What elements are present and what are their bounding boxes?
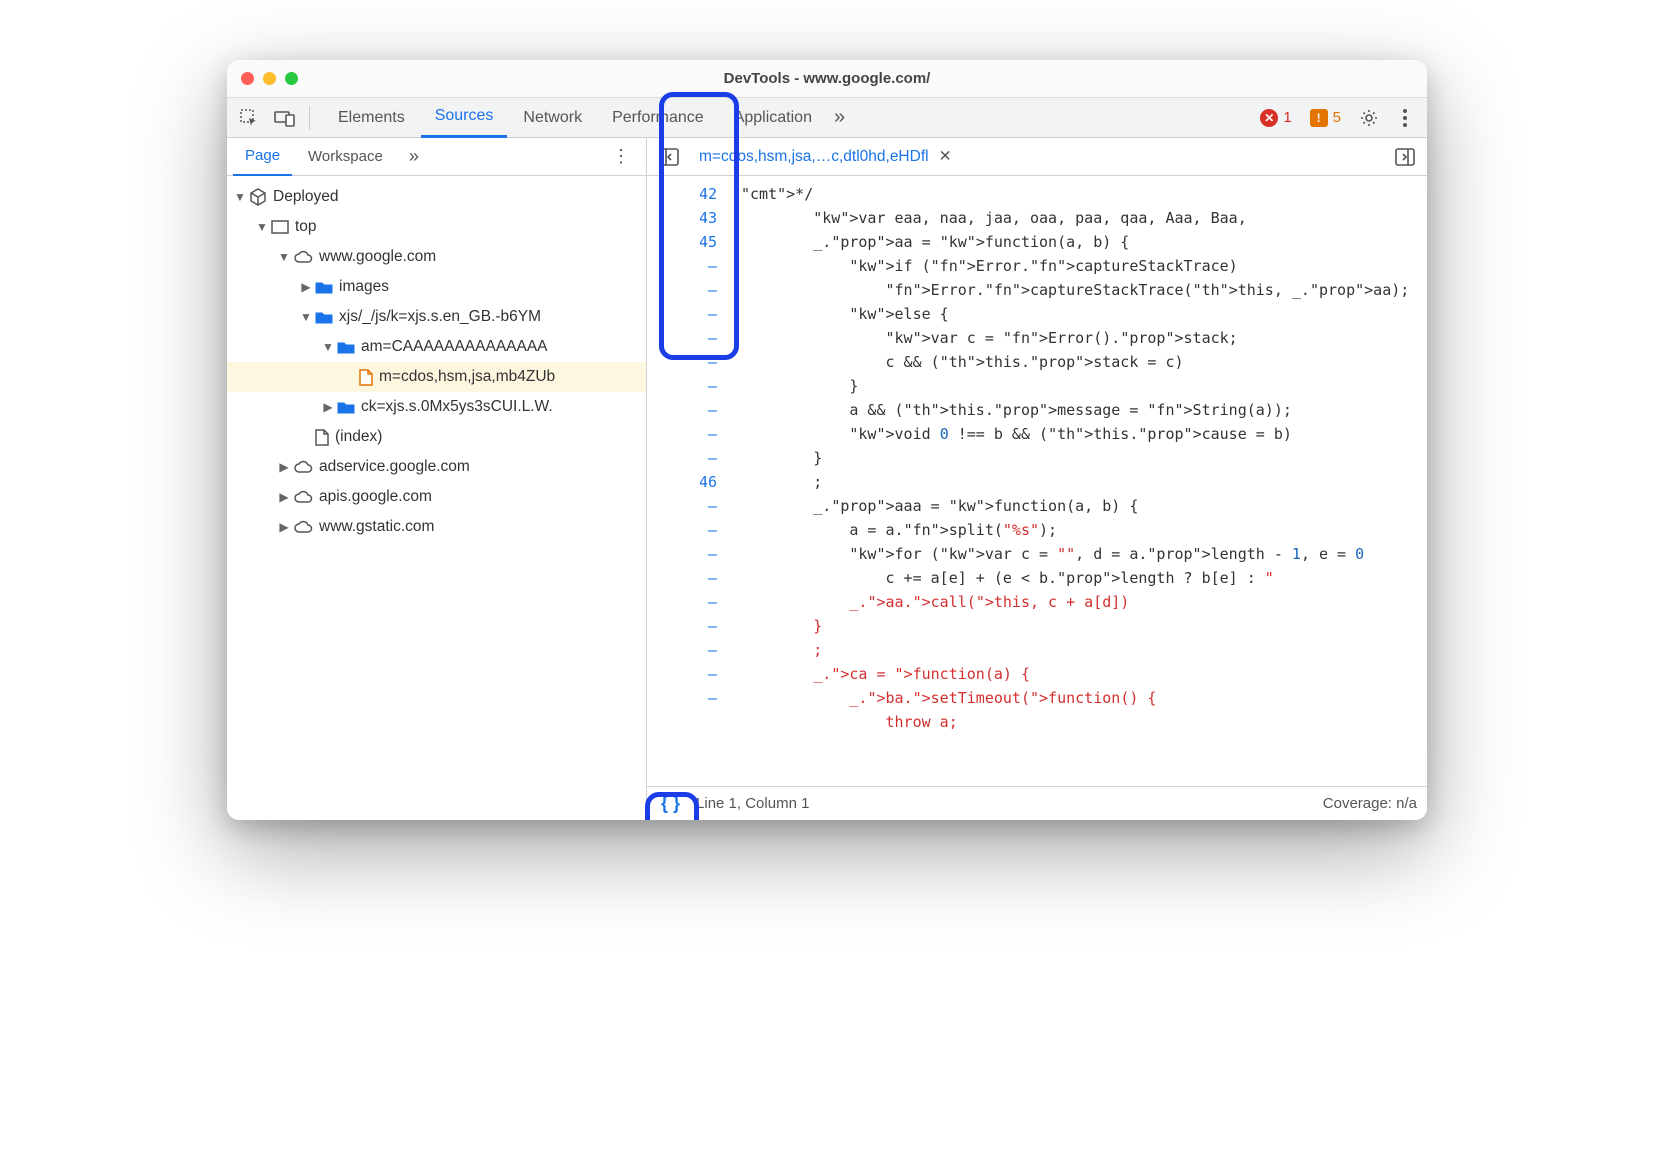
folder-icon — [337, 340, 355, 354]
caret-down-icon: ▼ — [255, 220, 269, 234]
tree-label: xjs/_/js/k=xjs.s.en_GB.-b6YM — [339, 308, 541, 326]
more-tabs-icon[interactable]: » — [828, 98, 851, 138]
editor-pane: m=cdos,hsm,jsa,…c,dtl0hd,eHDfl ✕ 424345–… — [647, 138, 1427, 820]
zoom-window-button[interactable] — [285, 72, 298, 85]
error-count-value: 1 — [1283, 109, 1291, 126]
tree-label: am=CAAAAAAAAAAAAAA — [361, 338, 548, 356]
settings-icon[interactable] — [1353, 102, 1385, 134]
cloud-icon — [293, 250, 313, 264]
tree-label: images — [339, 278, 389, 296]
toggle-debugger-icon[interactable] — [1389, 148, 1421, 166]
tree-label: ck=xjs.s.0Mx5ys3sCUI.L.W. — [361, 398, 553, 416]
traffic-lights — [227, 72, 298, 85]
caret-right-icon: ▶ — [277, 460, 291, 474]
inspect-icon[interactable] — [233, 102, 265, 134]
tree-row[interactable]: ▶ apis.google.com — [227, 482, 646, 512]
side-tab-page[interactable]: Page — [233, 138, 292, 176]
divider — [309, 106, 310, 130]
caret-down-icon: ▼ — [233, 190, 247, 204]
pretty-print-button[interactable]: { } — [657, 793, 684, 814]
cloud-icon — [293, 490, 313, 504]
tree-row[interactable]: ▶ ck=xjs.s.0Mx5ys3sCUI.L.W. — [227, 392, 646, 422]
warning-count-value: 5 — [1333, 109, 1341, 126]
kebab-menu-icon[interactable] — [1389, 102, 1421, 134]
cloud-icon — [293, 460, 313, 474]
file-tab-name: m=cdos,hsm,jsa,…c,dtl0hd,eHDfl — [699, 148, 929, 166]
open-file-tab[interactable]: m=cdos,hsm,jsa,…c,dtl0hd,eHDfl ✕ — [691, 138, 960, 176]
tree-row[interactable]: ▼ www.google.com — [227, 242, 646, 272]
main-toolbar: Elements Sources Network Performance App… — [227, 98, 1427, 138]
editor-body: 424345–––––––––46––––––––– "cmt">*/ "kw"… — [647, 176, 1427, 786]
tree-row[interactable]: ▶ adservice.google.com — [227, 452, 646, 482]
caret-down-icon: ▼ — [299, 310, 313, 324]
coverage-status: Coverage: n/a — [1323, 795, 1417, 812]
titlebar: DevTools - www.google.com/ — [227, 60, 1427, 98]
caret-right-icon: ▶ — [299, 280, 313, 294]
caret-right-icon: ▶ — [277, 490, 291, 504]
line-gutter[interactable]: 424345–––––––––46––––––––– — [647, 176, 735, 786]
caret-down-icon: ▼ — [277, 250, 291, 264]
tree-label: www.gstatic.com — [319, 518, 434, 536]
tree-label: Deployed — [273, 188, 339, 206]
panel-tabs: Elements Sources Network Performance App… — [324, 98, 851, 138]
close-window-button[interactable] — [241, 72, 254, 85]
side-more-icon[interactable]: » — [403, 146, 425, 167]
code-area[interactable]: "cmt">*/ "kw">var eaa, naa, jaa, oaa, pa… — [735, 176, 1427, 786]
tree-label: adservice.google.com — [319, 458, 470, 476]
content-area: Page Workspace » ⋮ ▼ Deployed ▼ top ▼ www.g… — [227, 138, 1427, 820]
deployed-icon — [249, 188, 267, 206]
tree-row[interactable]: ▼ top — [227, 212, 646, 242]
tab-network[interactable]: Network — [509, 98, 596, 138]
tree-row[interactable]: ▶ www.gstatic.com — [227, 512, 646, 542]
folder-icon — [315, 310, 333, 324]
folder-icon — [315, 280, 333, 294]
tree-row[interactable]: (index) — [227, 422, 646, 452]
file-icon — [359, 369, 373, 386]
warning-icon: ! — [1310, 109, 1328, 127]
cursor-position: Line 1, Column 1 — [696, 795, 809, 812]
tree-label: top — [295, 218, 317, 236]
window-title: DevTools - www.google.com/ — [227, 70, 1427, 87]
status-bar: { } Line 1, Column 1 Coverage: n/a — [647, 786, 1427, 820]
tab-performance[interactable]: Performance — [598, 98, 718, 138]
tree-label: m=cdos,hsm,jsa,mb4ZUb — [379, 368, 555, 386]
tree-root[interactable]: ▼ Deployed — [227, 182, 646, 212]
caret-down-icon: ▼ — [321, 340, 335, 354]
tree-label: www.google.com — [319, 248, 436, 266]
tree-label: (index) — [335, 428, 382, 446]
error-count[interactable]: ✕ 1 — [1254, 109, 1297, 127]
sidebar-tabs: Page Workspace » ⋮ — [227, 138, 646, 176]
close-tab-icon[interactable]: ✕ — [939, 147, 952, 166]
frame-icon — [271, 220, 289, 234]
error-icon: ✕ — [1260, 109, 1278, 127]
device-toggle-icon[interactable] — [269, 102, 301, 134]
editor-tabs: m=cdos,hsm,jsa,…c,dtl0hd,eHDfl ✕ — [647, 138, 1427, 176]
caret-right-icon: ▶ — [277, 520, 291, 534]
file-tree: ▼ Deployed ▼ top ▼ www.google.com ▶ images ▼ xj… — [227, 176, 646, 820]
toggle-navigator-icon[interactable] — [653, 148, 685, 166]
doc-icon — [315, 429, 329, 446]
sidebar: Page Workspace » ⋮ ▼ Deployed ▼ top ▼ www.g… — [227, 138, 647, 820]
devtools-window: DevTools - www.google.com/ Elements Sour… — [227, 60, 1427, 820]
folder-icon — [337, 400, 355, 414]
minimize-window-button[interactable] — [263, 72, 276, 85]
tab-elements[interactable]: Elements — [324, 98, 419, 138]
tree-row[interactable]: m=cdos,hsm,jsa,mb4ZUb — [227, 362, 646, 392]
side-kebab-icon[interactable]: ⋮ — [602, 146, 640, 167]
warning-count[interactable]: ! 5 — [1302, 109, 1349, 127]
tree-label: apis.google.com — [319, 488, 432, 506]
tab-application[interactable]: Application — [720, 98, 826, 138]
tab-sources[interactable]: Sources — [421, 98, 508, 138]
tree-row[interactable]: ▼ xjs/_/js/k=xjs.s.en_GB.-b6YM — [227, 302, 646, 332]
cloud-icon — [293, 520, 313, 534]
side-tab-workspace[interactable]: Workspace — [296, 138, 395, 176]
tree-row[interactable]: ▶ images — [227, 272, 646, 302]
caret-right-icon: ▶ — [321, 400, 335, 414]
tree-row[interactable]: ▼ am=CAAAAAAAAAAAAAA — [227, 332, 646, 362]
